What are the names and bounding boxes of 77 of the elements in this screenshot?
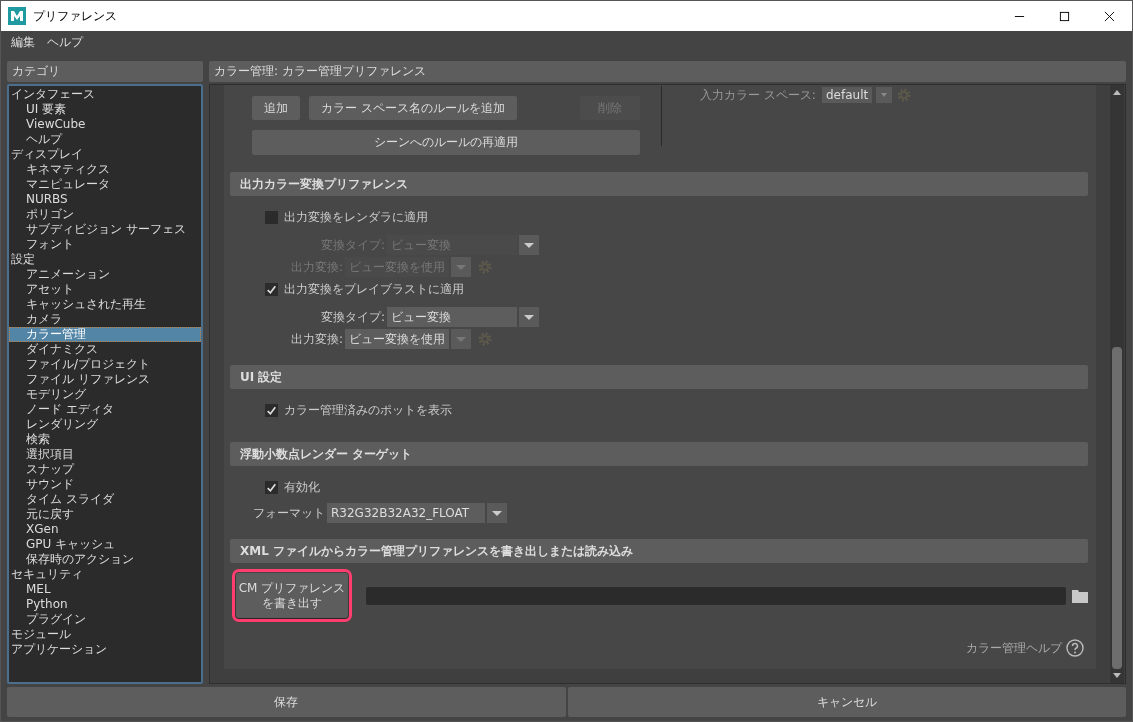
path-field[interactable]	[366, 586, 1066, 605]
tree-item[interactable]: MEL	[9, 582, 201, 597]
footer-button[interactable]: 保存	[7, 687, 566, 717]
tree-item[interactable]: ファイル/プロジェクト	[9, 357, 201, 372]
field-label: 入力カラー スペース:	[700, 87, 817, 104]
section-header: 浮動小数点レンダー ターゲット	[230, 442, 1088, 466]
tree-item[interactable]: スナップ	[9, 462, 201, 477]
reapply-button[interactable]: シーンへのルールの再適用	[252, 130, 640, 155]
dropdown[interactable]: R32G32B32A32_FLOAT	[327, 503, 485, 523]
tree-item[interactable]: GPU キャッシュ	[9, 537, 201, 552]
footer-button[interactable]: キャンセル	[567, 687, 1126, 717]
tree-item[interactable]: Python	[9, 597, 201, 612]
tree-item[interactable]: 検索	[9, 432, 201, 447]
tree-item[interactable]: レンダリング	[9, 417, 201, 432]
tree-item[interactable]: ViewCube	[9, 117, 201, 132]
tree-item[interactable]: モジュール	[9, 627, 201, 642]
dropdown[interactable]: ビュー変換を使用	[345, 329, 449, 349]
tree-item[interactable]: モデリング	[9, 387, 201, 402]
help-link[interactable]: カラー管理ヘルプ	[966, 639, 1062, 657]
field-label: フォーマット	[252, 504, 325, 522]
tree-item[interactable]: キャッシュされた再生	[9, 297, 201, 312]
rule-button[interactable]: カラー スペース名のルールを追加	[309, 96, 517, 120]
tree-item[interactable]: カメラ	[9, 312, 201, 327]
tree-item[interactable]: インタフェース	[9, 87, 201, 102]
help-icon[interactable]	[1066, 639, 1084, 657]
menu-item[interactable]: 編集	[11, 34, 35, 51]
tree-item[interactable]: キネマティクス	[9, 162, 201, 177]
checkbox[interactable]	[265, 403, 278, 417]
tree-item[interactable]: ファイル リファレンス	[9, 372, 201, 387]
scrollbar[interactable]	[1110, 85, 1124, 683]
tree-item[interactable]: UI 要素	[9, 102, 201, 117]
close-icon[interactable]	[1104, 10, 1115, 22]
category-header: カテゴリ	[7, 61, 203, 82]
scroll-up-icon[interactable]	[1112, 88, 1122, 96]
tree-item[interactable]: セキュリティ	[9, 567, 201, 582]
tree-item[interactable]: ディスプレイ	[9, 147, 201, 162]
field-label: 変換タイプ:	[319, 308, 385, 326]
checkbox-label: カラー管理済みのポットを表示	[284, 401, 452, 419]
tree-item[interactable]: ノード エディタ	[9, 402, 201, 417]
tree-item[interactable]: XGen	[9, 522, 201, 537]
section-header: XML ファイルからカラー管理プリファレンスを書き出しまたは読み込み	[230, 539, 1088, 563]
tree-item[interactable]: タイム スライダ	[9, 492, 201, 507]
tree-item[interactable]: 元に戻す	[9, 507, 201, 522]
checkbox[interactable]	[265, 282, 278, 296]
tree-item[interactable]: カラー管理	[9, 327, 201, 342]
maximize-icon[interactable]	[1059, 10, 1070, 22]
tree-item[interactable]: フォント	[9, 237, 201, 252]
checkbox[interactable]	[265, 480, 278, 494]
folder-icon[interactable]	[1072, 588, 1088, 603]
checkbox-label: 出力変換をレンダラに適用	[284, 208, 428, 226]
tree-item[interactable]: 保存時のアクション	[9, 552, 201, 567]
checkbox[interactable]	[265, 210, 278, 224]
tree-item[interactable]: アニメーション	[9, 267, 201, 282]
tree-item[interactable]: NURBS	[9, 192, 201, 207]
tree-item[interactable]: 選択項目	[9, 447, 201, 462]
window-title: プリファレンス	[33, 7, 117, 25]
tree-item[interactable]: アセット	[9, 282, 201, 297]
scroll-down-icon[interactable]	[1112, 672, 1122, 680]
tree-item[interactable]: サブディビジョン サーフェス	[9, 222, 201, 237]
tree-item[interactable]: ポリゴン	[9, 207, 201, 222]
field-label: 出力変換:	[289, 330, 343, 348]
dropdown[interactable]: ビュー変換	[387, 307, 517, 327]
section-header: UI 設定	[230, 365, 1088, 389]
section-header: 出力カラー変換プリファレンス	[230, 172, 1088, 196]
checkbox-label: 出力変換をプレイブラストに適用	[284, 280, 464, 298]
tree-item[interactable]: アプリケーション	[9, 642, 201, 657]
tree-item[interactable]: ダイナミクス	[9, 342, 201, 357]
panel-header: カラー管理: カラー管理プリファレンス	[209, 61, 1126, 82]
tree-item[interactable]: サウンド	[9, 477, 201, 492]
tree-item[interactable]: プラグイン	[9, 612, 201, 627]
rule-button[interactable]: 追加	[252, 96, 300, 120]
tree-item[interactable]: ヘルプ	[9, 132, 201, 147]
menu-item[interactable]: ヘルプ	[47, 34, 83, 51]
tree-item[interactable]: マニピュレータ	[9, 177, 201, 192]
app-logo-icon	[8, 7, 26, 25]
checkbox-label: 有効化	[284, 478, 320, 496]
tree-item[interactable]: 設定	[9, 252, 201, 267]
